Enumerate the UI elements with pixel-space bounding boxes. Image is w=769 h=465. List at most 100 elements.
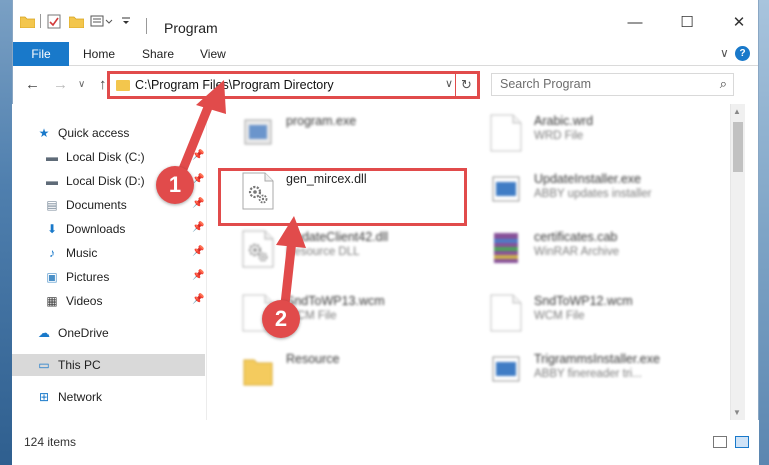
details-view-icon[interactable]	[713, 436, 727, 448]
step-1-badge: 1	[156, 166, 194, 204]
downloads-icon: ⬇	[46, 222, 58, 236]
address-bar[interactable]: C:\Program Files\Program Directory ∨ ↻	[107, 71, 480, 99]
onedrive-icon: ☁	[38, 326, 50, 340]
sidebar-item-videos[interactable]: ▦ Videos 📌	[12, 290, 205, 312]
pictures-icon: ▣	[46, 270, 58, 284]
file-type: WRD File	[534, 130, 584, 142]
desktop-background-left	[0, 0, 12, 465]
expand-ribbon-icon[interactable]: ∨	[720, 46, 729, 60]
close-button[interactable]: ✕	[721, 12, 757, 32]
file-item[interactable]: Resource	[232, 348, 472, 400]
pin-icon: 📌	[192, 222, 205, 233]
file-item[interactable]: TrigrammsInstaller.exe ABBY finereader tr…	[480, 348, 720, 400]
file-item[interactable]: certificates.cab WinRAR Archive	[480, 226, 720, 278]
new-folder-icon[interactable]	[67, 12, 85, 30]
toolbar-separator	[38, 12, 42, 30]
file-type: WinRAR Archive	[534, 246, 619, 258]
address-dropdown-icon[interactable]: ∨	[445, 77, 453, 90]
back-button[interactable]: ←	[25, 76, 40, 93]
customize-toolbar-icon[interactable]	[89, 12, 115, 30]
file-highlight-box	[218, 168, 467, 226]
navigation-pane: ★ Quick access ▬ Local Disk (C:) 📌 ▬ Local Dis…	[12, 104, 207, 420]
folder-icon	[242, 352, 274, 392]
file-name: UpdateInstaller.exe	[534, 172, 642, 186]
quick-access-dropdown-icon[interactable]	[119, 12, 133, 30]
sidebar-item-this-pc[interactable]: ▭ This PC	[12, 354, 205, 376]
videos-icon: ▦	[46, 294, 58, 308]
search-input[interactable]: Search Program	[500, 77, 591, 91]
minimize-button[interactable]: —	[617, 12, 653, 32]
sidebar-item-quick-access[interactable]: ★ Quick access	[12, 122, 205, 144]
scrollbar-thumb[interactable]	[733, 122, 743, 172]
title-separator	[146, 18, 147, 34]
scroll-down-arrow-icon[interactable]: ▼	[733, 408, 741, 417]
sidebar-item-label: Local Disk (C:)	[66, 150, 145, 164]
drive-icon: ▬	[46, 150, 58, 164]
file-item[interactable]: UpdateClient42.dll Resource DLL	[232, 226, 472, 278]
file-type: ABBY updates installer	[534, 188, 652, 200]
help-icon[interactable]: ?	[735, 46, 750, 61]
file-name: UpdateClient42.dll	[286, 230, 389, 244]
sidebar-item-pictures[interactable]: ▣ Pictures 📌	[12, 266, 205, 288]
star-icon: ★	[38, 126, 50, 140]
sidebar-item-downloads[interactable]: ⬇ Downloads 📌	[12, 218, 205, 240]
maximize-button[interactable]: ☐	[669, 12, 705, 32]
large-icons-view-icon[interactable]	[735, 436, 749, 448]
search-icon[interactable]: ⌕	[720, 76, 727, 92]
file-name: Arabic.wrd	[534, 114, 594, 128]
pin-icon: 📌	[192, 246, 205, 257]
sidebar-item-network[interactable]: ⊞ Network	[12, 386, 205, 408]
document-icon	[490, 294, 522, 334]
sidebar-item-onedrive[interactable]: ☁ OneDrive	[12, 322, 205, 344]
folder-icon[interactable]	[19, 12, 35, 30]
file-name: TrigrammsInstaller.exe	[534, 352, 660, 366]
tab-file[interactable]: File	[13, 42, 69, 66]
item-count: 124 items	[24, 435, 77, 449]
forward-button[interactable]: →	[53, 76, 68, 93]
sidebar-item-label: Documents	[66, 198, 127, 212]
file-name: SndToWP12.wcm	[534, 294, 633, 308]
file-name: Resource	[286, 352, 340, 366]
scroll-up-arrow-icon[interactable]: ▲	[733, 107, 741, 116]
recent-locations-button[interactable]: ∨	[78, 79, 85, 90]
refresh-button[interactable]: ↻	[455, 74, 477, 96]
network-icon: ⊞	[38, 390, 50, 404]
window-title: Program	[164, 20, 218, 36]
file-type: WCM File	[534, 310, 585, 322]
sidebar-item-label: Music	[66, 246, 98, 260]
file-name: SndToWP13.wcm	[286, 294, 385, 308]
sidebar-item-label: Pictures	[66, 270, 110, 284]
file-item[interactable]: UpdateInstaller.exe ABBY updates installe…	[480, 168, 720, 220]
dll-gear-icon	[242, 230, 274, 270]
file-item[interactable]: Arabic.wrd WRD File	[480, 110, 720, 162]
exe-icon	[242, 114, 274, 154]
sidebar-item-music[interactable]: ♪ Music 📌	[12, 242, 205, 264]
pin-icon: 📌	[192, 198, 205, 209]
file-type: ABBY finereader tri...	[534, 368, 642, 380]
file-type: Resource DLL	[286, 246, 360, 258]
documents-icon: ▤	[46, 198, 58, 212]
address-path[interactable]: C:\Program Files\Program Directory	[135, 78, 334, 92]
sidebar-item-label: Network	[58, 390, 103, 404]
file-item[interactable]: SndToWP12.wcm WCM File	[480, 290, 720, 342]
properties-icon[interactable]	[45, 12, 63, 30]
tab-home[interactable]: Home	[83, 47, 115, 61]
file-item[interactable]: program.exe	[232, 110, 472, 162]
sidebar-item-local-disk-c[interactable]: ▬ Local Disk (C:) 📌	[12, 146, 205, 168]
ribbon: File Home Share View ∨ ?	[13, 42, 758, 66]
tab-share[interactable]: Share	[142, 47, 174, 61]
winrar-icon	[490, 230, 522, 270]
up-button[interactable]: ↑	[99, 76, 107, 93]
search-box[interactable]: Search Program ⌕	[491, 73, 734, 96]
file-name: program.exe	[286, 114, 357, 128]
installer-icon	[490, 352, 522, 392]
sidebar-item-label: This PC	[58, 358, 101, 372]
vertical-scrollbar[interactable]: ▲ ▼	[730, 104, 745, 420]
tab-view[interactable]: View	[200, 47, 226, 61]
this-pc-icon: ▭	[38, 358, 50, 372]
file-list: program.exe Arabic.wrd WRD File gen_mircex.…	[208, 104, 742, 420]
sidebar-item-label: Quick access	[58, 126, 130, 140]
file-name: certificates.cab	[534, 230, 618, 244]
music-icon: ♪	[49, 246, 55, 260]
sidebar-item-label: Local Disk (D:)	[66, 174, 145, 188]
